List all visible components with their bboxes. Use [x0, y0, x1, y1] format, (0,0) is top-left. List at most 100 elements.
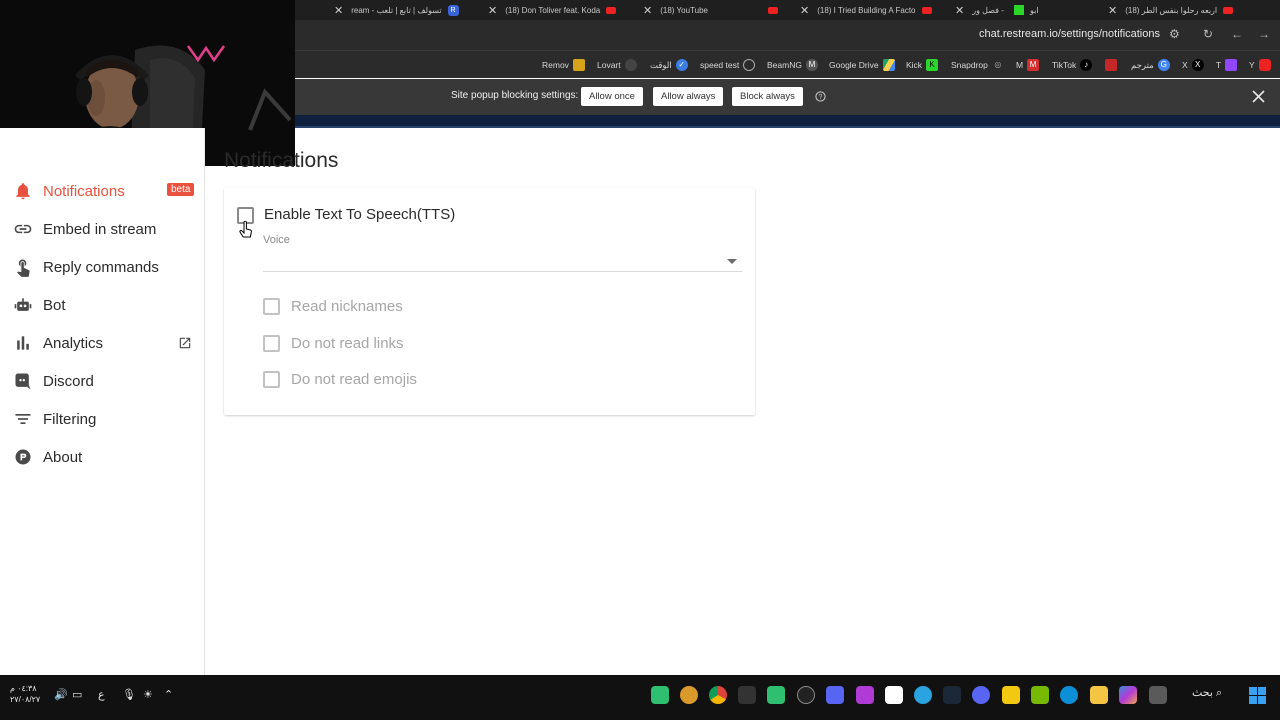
network-icon[interactable]: ▭: [72, 688, 82, 701]
bookmark-item[interactable]: Lovart: [597, 59, 637, 71]
browser-tab[interactable]: ✕ فصل ور -: [955, 0, 1010, 20]
google-translate-icon: G: [1157, 59, 1170, 71]
bookmark-item[interactable]: T: [1216, 59, 1238, 71]
do-not-read-emojis-checkbox[interactable]: [263, 371, 280, 388]
browser-tab[interactable]: ✕ (18) YouTube: [643, 0, 783, 20]
do-not-read-links-checkbox[interactable]: [263, 335, 280, 352]
youtube-icon: [767, 6, 778, 14]
close-icon[interactable]: ✕: [1108, 4, 1117, 17]
clock[interactable]: ٠٤:٣٨ م ٢٧/٠٨/٢٧: [10, 683, 40, 705]
chevron-down-icon[interactable]: [727, 259, 737, 264]
do-not-read-links-label: Do not read links: [291, 335, 404, 352]
back-icon[interactable]: ←: [1231, 27, 1243, 41]
youtube-icon: [1258, 59, 1271, 71]
bookmark-item[interactable]: BeamNG M: [767, 59, 818, 71]
folder-icon[interactable]: [1090, 686, 1108, 704]
close-icon[interactable]: ✕: [643, 4, 652, 17]
task-view-icon[interactable]: [1149, 686, 1167, 704]
sidebar-item-about[interactable]: About: [12, 442, 82, 472]
speedometer-icon: [743, 59, 756, 71]
language-indicator[interactable]: ع: [98, 688, 105, 701]
bookmark-item[interactable]: Remov: [542, 59, 585, 71]
browser-tab[interactable]: ✕ (18) اربعه رحلوا بنفس الطر: [1108, 0, 1273, 20]
close-icon[interactable]: ✕: [955, 4, 964, 17]
copilot-icon[interactable]: [1119, 686, 1137, 704]
sidebar-item-analytics[interactable]: Analytics: [12, 328, 103, 358]
discord-icon[interactable]: [972, 686, 990, 704]
browser-tab[interactable]: ✕ (18) I Tried Building A Facto: [800, 0, 940, 20]
help-icon[interactable]: ?: [815, 91, 826, 102]
snapdrop-icon: ◎: [991, 59, 1004, 71]
sidebar-item-embed-in-stream[interactable]: Embed in stream: [12, 214, 156, 244]
reload-icon[interactable]: ↻: [1203, 27, 1213, 41]
read-nicknames-checkbox[interactable]: [263, 298, 280, 315]
app-icon[interactable]: [856, 686, 874, 704]
infobar-label: Site popup blocking settings:: [451, 90, 579, 101]
app-icon[interactable]: [797, 686, 815, 704]
svg-text:?: ?: [819, 94, 823, 101]
chevron-up-icon[interactable]: ⌃: [164, 688, 173, 701]
block-always-button[interactable]: Block always: [732, 87, 803, 106]
browser-tab[interactable]: ✕ (18) Don Toliver feat. Koda: [488, 0, 628, 20]
close-icon[interactable]: [1252, 90, 1265, 103]
bookmark-item[interactable]: Google Drive: [829, 59, 895, 71]
voice-select[interactable]: [263, 271, 742, 272]
sidebar-item-filtering[interactable]: Filtering: [12, 404, 96, 434]
bookmark-item[interactable]: Kick K: [906, 59, 939, 71]
external-link-icon[interactable]: [178, 336, 192, 355]
bookmark-item[interactable]: الوقت ✓: [650, 59, 688, 71]
bar-chart-icon: [12, 332, 34, 354]
bookmark-item[interactable]: [1105, 59, 1117, 71]
close-icon[interactable]: ✕: [334, 4, 343, 17]
restream-icon: R: [447, 4, 459, 16]
brightness-icon[interactable]: ☀: [143, 688, 153, 701]
app-icon[interactable]: [826, 686, 844, 704]
bookmark-item[interactable]: XX: [1182, 59, 1204, 71]
voice-label: Voice: [263, 234, 290, 246]
google-drive-icon: [882, 59, 895, 71]
search-box[interactable]: بحث ⌕: [1192, 686, 1222, 700]
microphone-icon[interactable]: 🎙: [122, 688, 136, 701]
site-settings-icon[interactable]: ⚙: [1169, 27, 1180, 41]
sidebar-item-reply-commands[interactable]: Reply commands: [12, 252, 159, 282]
browser-tab-active[interactable]: ✕ ream - تسولف | تابع | تلعب R: [334, 0, 474, 20]
store-icon[interactable]: [1002, 686, 1020, 704]
bookmark-item[interactable]: MM: [1016, 59, 1040, 71]
browser-tab[interactable]: ابو: [1010, 0, 1105, 20]
capcut-icon[interactable]: [885, 686, 903, 704]
allow-once-button[interactable]: Allow once: [581, 87, 643, 106]
forward-icon[interactable]: →: [1258, 27, 1270, 41]
epic-games-icon[interactable]: [738, 686, 756, 704]
page-title: Notifications: [224, 149, 339, 172]
edge-icon[interactable]: [1060, 686, 1078, 704]
bookmark-item[interactable]: speed test: [700, 59, 756, 71]
touch-icon: [12, 256, 34, 278]
sidebar-item-discord[interactable]: Discord: [12, 366, 94, 396]
volume-icon[interactable]: 🔊: [54, 688, 68, 701]
nvidia-icon[interactable]: [1031, 686, 1049, 704]
read-nicknames-label: Read nicknames: [291, 298, 403, 315]
app-icon[interactable]: [680, 686, 698, 704]
youtube-icon: [1223, 6, 1234, 14]
app-icon[interactable]: [767, 686, 785, 704]
chrome-icon[interactable]: [709, 686, 727, 704]
bookmark-icon: M: [805, 59, 818, 71]
app-icon[interactable]: [651, 686, 669, 704]
bookmark-icon: [572, 59, 585, 71]
sidebar-item-bot[interactable]: Bot: [12, 290, 66, 320]
bookmark-item[interactable]: Snapdrop ◎: [951, 59, 1004, 71]
beta-badge: beta: [167, 183, 195, 196]
bookmark-item[interactable]: Y: [1249, 59, 1271, 71]
url-field[interactable]: chat.restream.io/settings/notifications: [979, 28, 1160, 40]
bookmark-item[interactable]: مترجم G: [1131, 59, 1170, 71]
discord-icon: [12, 370, 34, 392]
windows-taskbar: ٠٤:٣٨ م ٢٧/٠٨/٢٧ 🔊 ▭ ع 🎙 ☀ ⌃ بحث ⌕: [0, 675, 1280, 720]
steam-icon[interactable]: [943, 686, 961, 704]
telegram-icon[interactable]: [914, 686, 932, 704]
windows-start-icon[interactable]: [1249, 687, 1266, 704]
close-icon[interactable]: ✕: [488, 4, 497, 17]
sidebar-item-notifications[interactable]: Notifications: [12, 176, 125, 206]
bookmark-item[interactable]: TikTok ♪: [1052, 59, 1093, 71]
close-icon[interactable]: ✕: [800, 4, 809, 17]
allow-always-button[interactable]: Allow always: [653, 87, 724, 106]
